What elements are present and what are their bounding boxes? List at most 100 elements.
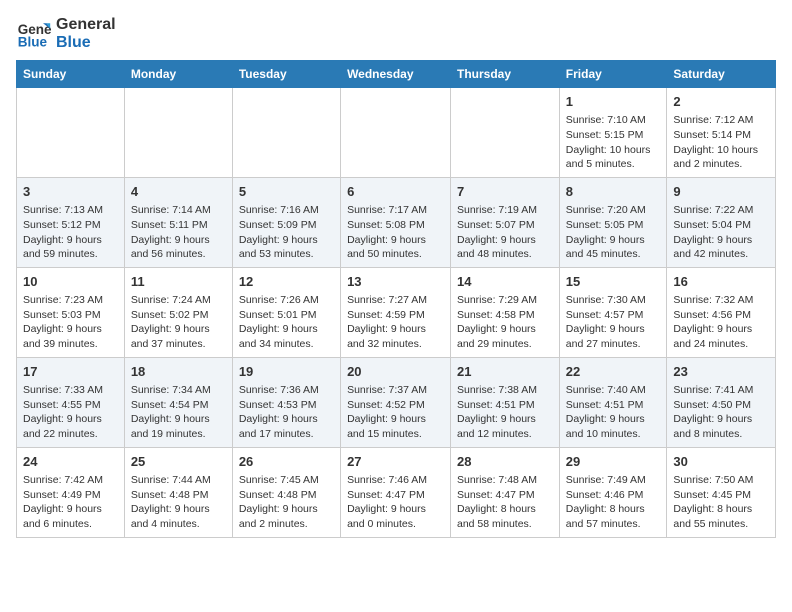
day-info: Sunrise: 7:33 AM Sunset: 4:55 PM Dayligh… — [23, 383, 118, 442]
day-info: Sunrise: 7:16 AM Sunset: 5:09 PM Dayligh… — [239, 203, 334, 262]
day-number: 3 — [23, 183, 118, 201]
calendar-cell: 30 Sunrise: 7:50 AM Sunset: 4:45 PM Dayli… — [667, 447, 776, 537]
day-info: Sunrise: 7:42 AM Sunset: 4:49 PM Dayligh… — [23, 473, 118, 532]
day-info: Sunrise: 7:44 AM Sunset: 4:48 PM Dayligh… — [131, 473, 226, 532]
calendar-cell: 26Sunrise: 7:45 AM Sunset: 4:48 PM Dayli… — [232, 447, 340, 537]
day-number: 23 — [673, 363, 769, 381]
day-info: Sunrise: 7:30 AM Sunset: 4:57 PM Dayligh… — [566, 293, 661, 352]
day-number: 8 — [566, 183, 661, 201]
day-number: 17 — [23, 363, 118, 381]
calendar-cell: 23 Sunrise: 7:41 AM Sunset: 4:50 PM Dayli… — [667, 357, 776, 447]
calendar-cell — [341, 88, 451, 178]
page-header: General Blue General Blue — [16, 16, 776, 52]
logo: General Blue General Blue — [16, 16, 116, 52]
day-info: Sunrise: 7:46 AM Sunset: 4:47 PM Dayligh… — [347, 473, 444, 532]
day-info: Sunrise: 7:40 AM Sunset: 4:51 PM Dayligh… — [566, 383, 661, 442]
day-info: Sunrise: 7:24 AM Sunset: 5:02 PM Dayligh… — [131, 293, 226, 352]
day-info: Sunrise: 7:45 AM Sunset: 4:48 PM Dayligh… — [239, 473, 334, 532]
weekday-header: Thursday — [451, 61, 560, 88]
logo-icon: General Blue — [16, 16, 52, 52]
day-number: 24 — [23, 453, 118, 471]
calendar-cell: 6 Sunrise: 7:17 AM Sunset: 5:08 PM Daylig… — [341, 177, 451, 267]
day-info: Sunrise: 7:36 AM Sunset: 4:53 PM Dayligh… — [239, 383, 334, 442]
svg-text:Blue: Blue — [18, 35, 48, 50]
day-info: Sunrise: 7:14 AM Sunset: 5:11 PM Dayligh… — [131, 203, 226, 262]
day-number: 4 — [131, 183, 226, 201]
day-number: 29 — [566, 453, 661, 471]
calendar-cell: 10 Sunrise: 7:23 AM Sunset: 5:03 PM Dayli… — [17, 267, 125, 357]
day-number: 5 — [239, 183, 334, 201]
calendar-cell: 7 Sunrise: 7:19 AM Sunset: 5:07 PM Daylig… — [451, 177, 560, 267]
calendar-week-row: 1 Sunrise: 7:10 AM Sunset: 5:15 PM Daylig… — [17, 88, 776, 178]
day-number: 28 — [457, 453, 553, 471]
day-number: 30 — [673, 453, 769, 471]
day-number: 22 — [566, 363, 661, 381]
logo-blue: Blue — [56, 34, 116, 52]
calendar-cell: 15 Sunrise: 7:30 AM Sunset: 4:57 PM Dayli… — [559, 267, 667, 357]
day-number: 6 — [347, 183, 444, 201]
calendar-cell: 3 Sunrise: 7:13 AM Sunset: 5:12 PM Daylig… — [17, 177, 125, 267]
weekday-header: Tuesday — [232, 61, 340, 88]
weekday-header-row: SundayMondayTuesdayWednesdayThursdayFrid… — [17, 61, 776, 88]
calendar-cell: 9Sunrise: 7:22 AM Sunset: 5:04 PM Daylig… — [667, 177, 776, 267]
calendar-cell: 25 Sunrise: 7:44 AM Sunset: 4:48 PM Dayli… — [124, 447, 232, 537]
day-info: Sunrise: 7:49 AM Sunset: 4:46 PM Dayligh… — [566, 473, 661, 532]
calendar-cell: 1 Sunrise: 7:10 AM Sunset: 5:15 PM Daylig… — [559, 88, 667, 178]
calendar-week-row: 24 Sunrise: 7:42 AM Sunset: 4:49 PM Dayli… — [17, 447, 776, 537]
day-info: Sunrise: 7:32 AM Sunset: 4:56 PM Dayligh… — [673, 293, 769, 352]
calendar-cell: 20Sunrise: 7:37 AM Sunset: 4:52 PM Dayli… — [341, 357, 451, 447]
weekday-header: Sunday — [17, 61, 125, 88]
calendar-cell: 28 Sunrise: 7:48 AM Sunset: 4:47 PM Dayli… — [451, 447, 560, 537]
day-info: Sunrise: 7:41 AM Sunset: 4:50 PM Dayligh… — [673, 383, 769, 442]
calendar-cell: 8 Sunrise: 7:20 AM Sunset: 5:05 PM Daylig… — [559, 177, 667, 267]
day-info: Sunrise: 7:17 AM Sunset: 5:08 PM Dayligh… — [347, 203, 444, 262]
day-info: Sunrise: 7:20 AM Sunset: 5:05 PM Dayligh… — [566, 203, 661, 262]
day-info: Sunrise: 7:10 AM Sunset: 5:15 PM Dayligh… — [566, 113, 661, 172]
day-info: Sunrise: 7:29 AM Sunset: 4:58 PM Dayligh… — [457, 293, 553, 352]
day-info: Sunrise: 7:19 AM Sunset: 5:07 PM Dayligh… — [457, 203, 553, 262]
day-number: 16 — [673, 273, 769, 291]
day-number: 12 — [239, 273, 334, 291]
day-number: 1 — [566, 93, 661, 111]
day-info: Sunrise: 7:12 AM Sunset: 5:14 PM Dayligh… — [673, 113, 769, 172]
calendar-cell: 27 Sunrise: 7:46 AM Sunset: 4:47 PM Dayli… — [341, 447, 451, 537]
day-number: 27 — [347, 453, 444, 471]
day-number: 19 — [239, 363, 334, 381]
calendar-cell — [232, 88, 340, 178]
calendar-cell — [451, 88, 560, 178]
weekday-header: Wednesday — [341, 61, 451, 88]
calendar-cell: 18 Sunrise: 7:34 AM Sunset: 4:54 PM Dayli… — [124, 357, 232, 447]
calendar-cell: 12 Sunrise: 7:26 AM Sunset: 5:01 PM Dayli… — [232, 267, 340, 357]
calendar-cell: 11 Sunrise: 7:24 AM Sunset: 5:02 PM Dayli… — [124, 267, 232, 357]
calendar-cell: 13Sunrise: 7:27 AM Sunset: 4:59 PM Dayli… — [341, 267, 451, 357]
calendar-cell: 4 Sunrise: 7:14 AM Sunset: 5:11 PM Daylig… — [124, 177, 232, 267]
day-number: 11 — [131, 273, 226, 291]
day-number: 21 — [457, 363, 553, 381]
day-number: 18 — [131, 363, 226, 381]
calendar-week-row: 17 Sunrise: 7:33 AM Sunset: 4:55 PM Dayli… — [17, 357, 776, 447]
day-number: 2 — [673, 93, 769, 111]
day-number: 25 — [131, 453, 226, 471]
day-number: 7 — [457, 183, 553, 201]
day-number: 10 — [23, 273, 118, 291]
calendar-cell: 29 Sunrise: 7:49 AM Sunset: 4:46 PM Dayli… — [559, 447, 667, 537]
calendar-cell: 21Sunrise: 7:38 AM Sunset: 4:51 PM Dayli… — [451, 357, 560, 447]
day-number: 20 — [347, 363, 444, 381]
day-info: Sunrise: 7:48 AM Sunset: 4:47 PM Dayligh… — [457, 473, 553, 532]
day-info: Sunrise: 7:27 AM Sunset: 4:59 PM Dayligh… — [347, 293, 444, 352]
day-info: Sunrise: 7:50 AM Sunset: 4:45 PM Dayligh… — [673, 473, 769, 532]
calendar-cell: 2 Sunrise: 7:12 AM Sunset: 5:14 PM Daylig… — [667, 88, 776, 178]
day-info: Sunrise: 7:13 AM Sunset: 5:12 PM Dayligh… — [23, 203, 118, 262]
calendar-cell: 17 Sunrise: 7:33 AM Sunset: 4:55 PM Dayli… — [17, 357, 125, 447]
weekday-header: Monday — [124, 61, 232, 88]
calendar-week-row: 10 Sunrise: 7:23 AM Sunset: 5:03 PM Dayli… — [17, 267, 776, 357]
day-info: Sunrise: 7:34 AM Sunset: 4:54 PM Dayligh… — [131, 383, 226, 442]
day-number: 15 — [566, 273, 661, 291]
calendar-cell: 19 Sunrise: 7:36 AM Sunset: 4:53 PM Dayli… — [232, 357, 340, 447]
calendar-cell: 5 Sunrise: 7:16 AM Sunset: 5:09 PM Daylig… — [232, 177, 340, 267]
day-info: Sunrise: 7:23 AM Sunset: 5:03 PM Dayligh… — [23, 293, 118, 352]
day-info: Sunrise: 7:26 AM Sunset: 5:01 PM Dayligh… — [239, 293, 334, 352]
calendar-cell: 24 Sunrise: 7:42 AM Sunset: 4:49 PM Dayli… — [17, 447, 125, 537]
calendar-cell — [17, 88, 125, 178]
weekday-header: Saturday — [667, 61, 776, 88]
